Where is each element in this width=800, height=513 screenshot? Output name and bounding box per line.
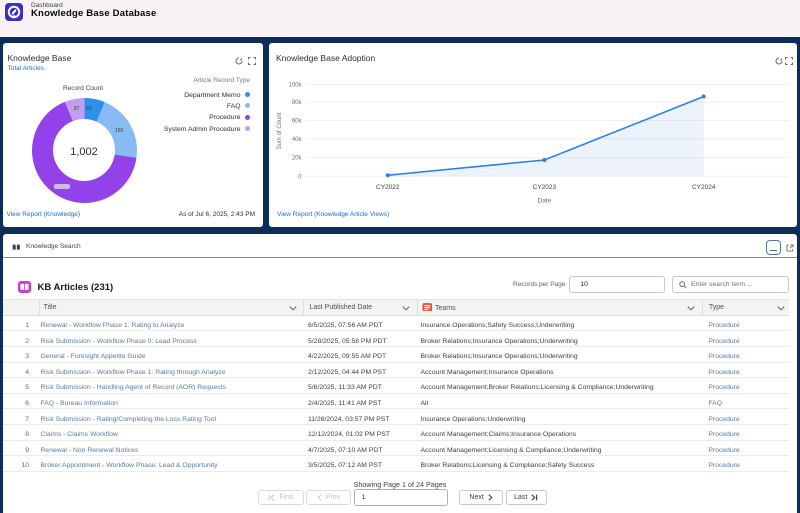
svg-text:80k: 80k bbox=[292, 100, 303, 106]
svg-text:60k: 60k bbox=[292, 119, 303, 125]
svg-text:20k: 20k bbox=[292, 156, 303, 162]
svg-text:40k: 40k bbox=[292, 137, 303, 143]
svg-text:Date: Date bbox=[538, 198, 552, 205]
svg-text:CY2022: CY2022 bbox=[376, 184, 400, 191]
svg-text:100k: 100k bbox=[288, 83, 302, 89]
svg-text:CY2023: CY2023 bbox=[533, 184, 557, 191]
svg-text:0: 0 bbox=[298, 174, 302, 180]
svg-text:Sum of Count: Sum of Count bbox=[277, 112, 283, 149]
svg-text:CY2024: CY2024 bbox=[692, 184, 716, 191]
